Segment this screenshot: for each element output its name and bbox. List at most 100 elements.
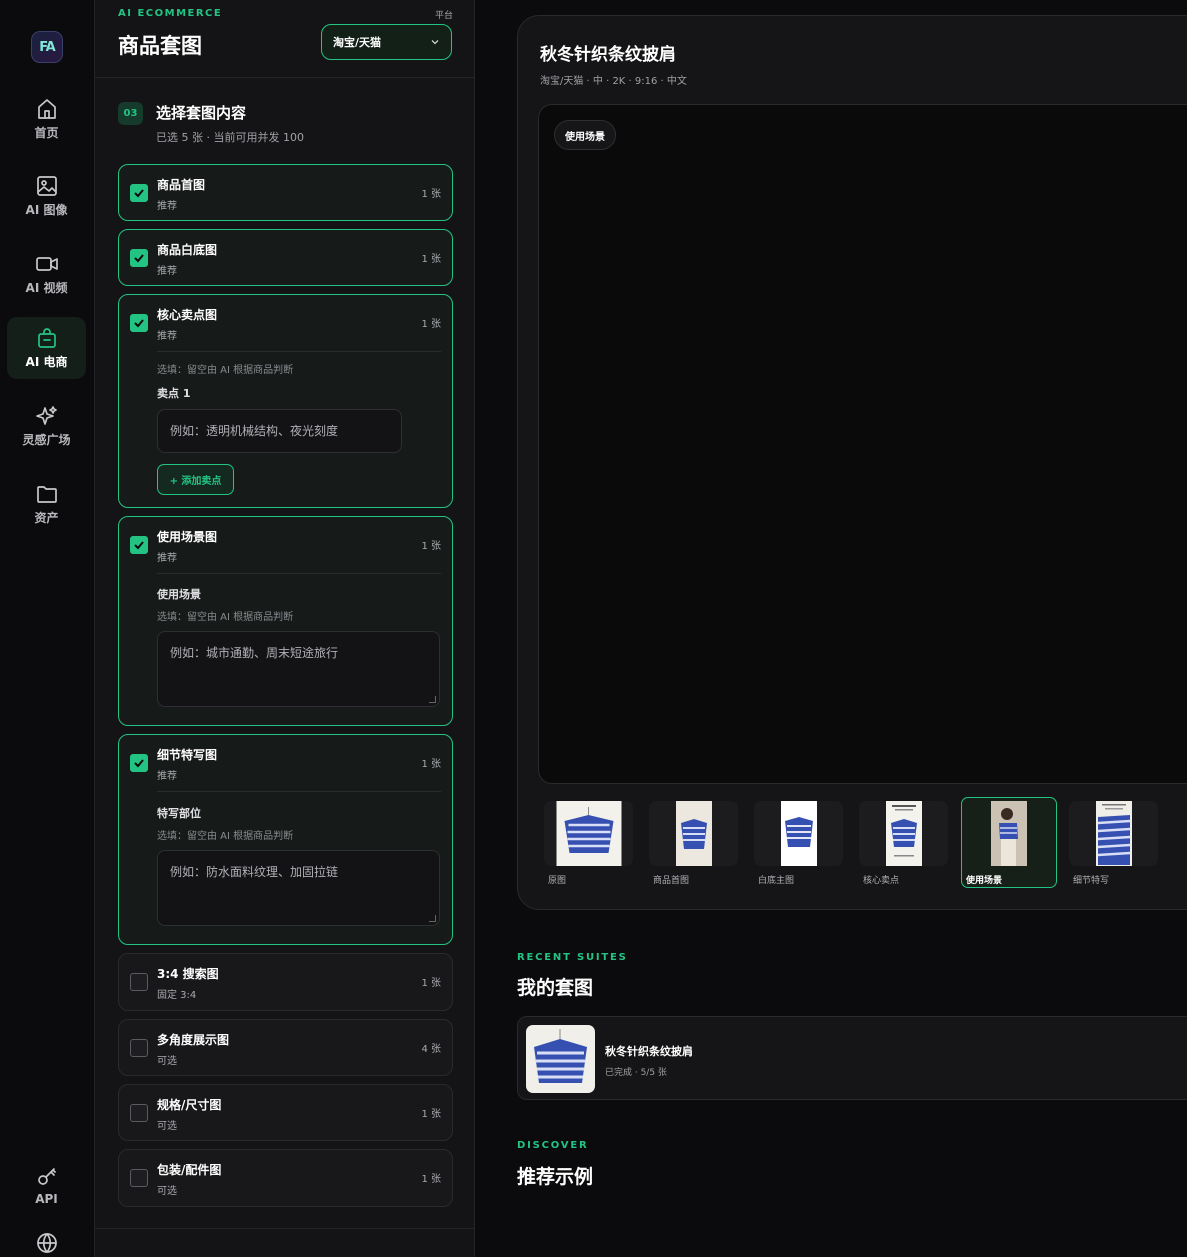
sparkle-icon (35, 405, 57, 425)
divider (157, 573, 441, 574)
option-tag: 推荐 (157, 331, 177, 342)
panel-eyebrow: AI ECOMMERCE (118, 8, 223, 19)
option-count: 1 张 (421, 189, 441, 200)
option-tag: 可选 (157, 1121, 177, 1132)
product-image (885, 801, 922, 866)
option-name: 商品白底图 (157, 243, 218, 257)
globe-icon (36, 1232, 57, 1253)
resize-handle[interactable] (429, 915, 436, 922)
option-checkbox[interactable] (130, 314, 148, 332)
option-name: 商品首图 (157, 178, 206, 192)
field-label: 使用场景 (157, 588, 201, 601)
preview-title: 秋冬针织条纹披肩 (540, 45, 676, 65)
thumbnail-label: 原图 (548, 876, 567, 886)
field-label: 特写部位 (157, 807, 201, 820)
nav-item-ai-video[interactable]: AI 视频 (7, 242, 86, 305)
divider (157, 351, 441, 352)
app-logo[interactable]: FA (31, 31, 63, 63)
check-icon (134, 541, 144, 550)
usage-scene-textarea[interactable]: 例如：城市通勤、周末短途旅行 (157, 631, 440, 707)
option-checkbox[interactable] (130, 1104, 148, 1122)
suite-status: 已完成 · 5/5 张 (605, 1068, 667, 1078)
thumbnail-label: 使用场景 (966, 876, 1003, 886)
preview-meta: 淘宝/天猫 · 中 · 2K · 9:16 · 中文 (540, 76, 687, 87)
platform-select[interactable]: 淘宝/天猫 (321, 24, 452, 60)
suite-option-card[interactable]: 商品首图 推荐 1 张 (118, 164, 453, 221)
nav-label: 首页 (34, 125, 59, 140)
add-selling-point-button[interactable]: + 添加卖点 (157, 464, 234, 495)
option-checkbox[interactable] (130, 1169, 148, 1187)
option-checkbox[interactable] (130, 1039, 148, 1057)
product-image (1095, 801, 1132, 866)
recent-suite-item[interactable]: 秋冬针织条纹披肩 已完成 · 5/5 张 (517, 1016, 1187, 1100)
option-name: 使用场景图 (157, 530, 218, 544)
suite-option-card[interactable]: 多角度展示图 可选 4 张 (118, 1019, 453, 1076)
option-name: 核心卖点图 (157, 308, 218, 322)
thumbnail-main[interactable] (649, 801, 738, 866)
step-badge: 03 (118, 102, 143, 125)
option-checkbox[interactable] (130, 249, 148, 267)
thumbnail-original[interactable] (544, 801, 633, 866)
option-tag: 推荐 (157, 771, 177, 782)
option-checkbox[interactable] (130, 184, 148, 202)
option-name: 包装/配件图 (157, 1163, 222, 1177)
option-checkbox[interactable] (130, 536, 148, 554)
check-icon (134, 189, 144, 198)
suite-option-card[interactable]: 3:4 搜索图 固定 3:4 1 张 (118, 953, 453, 1011)
resize-handle[interactable] (429, 696, 436, 703)
option-checkbox[interactable] (130, 973, 148, 991)
check-icon (134, 759, 144, 768)
option-count: 1 张 (421, 1174, 441, 1185)
selling-point-input[interactable]: 例如：透明机械结构、夜光刻度 (157, 409, 402, 453)
nav-item-assets[interactable]: 资产 (7, 472, 86, 535)
option-name: 多角度展示图 (157, 1033, 230, 1047)
preview-card: 秋冬针织条纹披肩 淘宝/天猫 · 中 · 2K · 9:16 · 中文 使用场景… (517, 15, 1187, 910)
option-count: 1 张 (421, 319, 441, 330)
suite-option-card[interactable]: 使用场景图 推荐 1 张 使用场景 选填：留空由 AI 根据商品判断 例如：城市… (118, 516, 453, 726)
option-checkbox[interactable] (130, 754, 148, 772)
nav-label: AI 图像 (25, 202, 68, 217)
nav-item-home[interactable]: 首页 (7, 87, 86, 150)
discover-title: 推荐示例 (517, 1166, 594, 1188)
option-count: 1 张 (421, 978, 441, 989)
option-name: 规格/尺寸图 (157, 1098, 222, 1112)
suite-option-card[interactable]: 核心卖点图 推荐 1 张 选填：留空由 AI 根据商品判断 卖点 1 例如：透明… (118, 294, 453, 508)
option-count: 1 张 (421, 254, 441, 265)
folder-icon (36, 485, 57, 503)
suite-option-card[interactable]: 商品白底图 推荐 1 张 (118, 229, 453, 286)
nav-label: 资产 (34, 510, 59, 525)
nav-item-api[interactable]: API (7, 1160, 86, 1210)
closeup-part-textarea[interactable]: 例如：防水面料纹理、加固拉链 (157, 850, 440, 926)
check-icon (134, 254, 144, 263)
thumbnail-detail[interactable] (1069, 801, 1158, 866)
suite-option-card[interactable]: 规格/尺寸图 可选 1 张 (118, 1084, 453, 1141)
panel-footer-divider (95, 1228, 475, 1229)
step-title: 选择套图内容 (156, 104, 247, 122)
thumbnail-white-bg[interactable] (754, 801, 843, 866)
field-hint: 选填：留空由 AI 根据商品判断 (157, 365, 294, 376)
nav-item-ai-ecommerce[interactable]: AI 电商 (7, 317, 86, 379)
thumbnail-label: 细节特写 (1073, 876, 1110, 886)
key-icon (37, 1167, 56, 1185)
suite-option-card[interactable]: 细节特写图 推荐 1 张 特写部位 选填：留空由 AI 根据商品判断 例如：防水… (118, 734, 453, 945)
option-count: 1 张 (421, 1109, 441, 1120)
thumbnail-label: 商品首图 (653, 876, 690, 886)
nav-item-inspiration[interactable]: 灵感广场 (7, 394, 86, 457)
suite-option-card[interactable]: 包装/配件图 可选 1 张 (118, 1149, 453, 1207)
field-hint: 选填：留空由 AI 根据商品判断 (157, 831, 294, 842)
nav-item-ai-image[interactable]: AI 图像 (7, 164, 86, 227)
nav-label: AI 视频 (25, 280, 68, 295)
nav-item-language[interactable] (7, 1226, 86, 1257)
main-area: 秋冬针织条纹披肩 淘宝/天猫 · 中 · 2K · 9:16 · 中文 使用场景… (475, 0, 1187, 1257)
page-title: 商品套图 (118, 34, 202, 58)
option-tag: 推荐 (157, 266, 177, 277)
textarea-placeholder: 例如：城市通勤、周末短途旅行 (170, 646, 339, 660)
thumbnail-label: 核心卖点 (863, 876, 900, 886)
thumbnail-selling-point[interactable] (859, 801, 948, 866)
product-image (556, 801, 621, 866)
platform-label: 平台 (434, 11, 453, 21)
preview-canvas: 使用场景 (538, 104, 1187, 784)
left-nav-rail: FA 首页 AI 图像 AI 视频 AI 电商 灵感广场 资产 API (0, 0, 94, 1257)
thumbnail-label: 白底主图 (758, 876, 795, 886)
nav-label: AI 电商 (25, 355, 68, 369)
